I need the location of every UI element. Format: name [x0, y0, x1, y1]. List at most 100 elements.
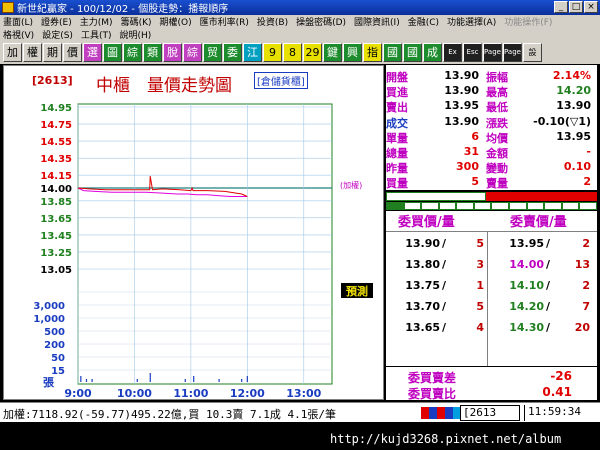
quote-value-left: 13.90	[444, 69, 479, 82]
toolbar-button[interactable]: 綜	[123, 43, 142, 62]
ask-price[interactable]: 14.30	[498, 321, 544, 336]
menu-row-main: 畫面(L) 證券(E) 主力(M) 籌碼(K) 期權(O) 匯市利率(R) 投資(B) 操盤密…	[0, 15, 600, 28]
volume-tick-label: 3,000	[33, 301, 65, 312]
price-qty-separator: /	[442, 321, 447, 334]
toolbar-button[interactable]: 設	[523, 43, 542, 62]
close-button[interactable]: ×	[584, 1, 598, 13]
quote-label-left: 開盤	[386, 71, 408, 84]
tick-cell	[473, 202, 492, 210]
menu-main-item[interactable]: 證券(E)	[41, 15, 72, 28]
menu-main-item[interactable]: 畫面(L)	[3, 15, 33, 28]
menu-main-item[interactable]: 國際資訊(I)	[354, 15, 400, 28]
ask-qty: 20	[574, 321, 590, 334]
price-qty-separator: /	[546, 321, 551, 334]
bid-price[interactable]: 13.80	[394, 258, 440, 273]
toolbar-button[interactable]: 贸	[203, 43, 222, 62]
minimize-button[interactable]: _	[554, 1, 568, 13]
quote-value-right: -	[586, 145, 591, 158]
ask-price[interactable]: 13.95	[498, 237, 544, 252]
time-tick-label: 9:00	[64, 387, 92, 399]
bid-price[interactable]: 13.65	[394, 321, 440, 336]
menu-sub-item[interactable]: 工具(T)	[81, 28, 112, 41]
bid-qty: 1	[476, 279, 484, 292]
toolbar-button[interactable]: Page	[503, 43, 522, 62]
menu-main-item[interactable]: 操盤密碼(D)	[296, 15, 346, 28]
menu-main-item[interactable]: 投資(B)	[257, 15, 288, 28]
signal-blocks	[421, 407, 461, 419]
menu-main-item[interactable]: 匯市利率(R)	[200, 15, 249, 28]
toolbar-button[interactable]: 綜	[183, 43, 202, 62]
quote-row: 總量 31 金額 -	[386, 145, 597, 160]
signal-block	[429, 407, 437, 419]
book-summary: 委買賣差 -26 委買賣比 0.41	[386, 367, 597, 401]
quote-row: 買進 13.90 最高 14.20	[386, 84, 597, 99]
window-controls: _ □ ×	[554, 1, 598, 13]
toolbar-button[interactable]: Page	[483, 43, 502, 62]
ask-price[interactable]: 14.00	[498, 258, 544, 273]
stock-code-value: 2613	[469, 406, 497, 419]
ask-price[interactable]: 14.20	[498, 300, 544, 315]
quote-value-left: 13.90	[444, 114, 479, 128]
time-tick-label: 11:00	[173, 387, 208, 399]
toolbar-button[interactable]: 成	[423, 43, 442, 62]
toolbar-button[interactable]: 委	[223, 43, 242, 62]
price-qty-separator: /	[442, 258, 447, 271]
toolbar-button[interactable]: 權	[23, 43, 42, 62]
toolbar-button[interactable]: 選	[83, 43, 102, 62]
chart-panel: [2613] 中櫃 量價走勢圖 [倉儲貨櫃] 14.95 14.75 14.55 14…	[3, 65, 384, 400]
menu-row-secondary: 格視(V) 設定(S) 工具(T) 說明(H)	[0, 28, 600, 41]
ask-price[interactable]: 14.10	[498, 279, 544, 294]
quote-row: 成交 13.90 漲跌 -0.10(▽1)	[386, 115, 597, 130]
toolbar-button[interactable]: 加	[3, 43, 22, 62]
toolbar-button[interactable]: 價	[63, 43, 82, 62]
ask-qty: 2	[582, 279, 590, 292]
toolbar-button[interactable]: 圖	[103, 43, 122, 62]
time-tick-label: 10:00	[117, 387, 152, 399]
menu-sub-item[interactable]: 設定(S)	[42, 28, 73, 41]
plot-frame	[77, 103, 333, 385]
quote-value-left: 300	[456, 160, 479, 174]
quote-value-left: 13.90	[444, 84, 479, 98]
order-book: 委買價/量 委賣價/量 13.90/5 13.80/3 13.75/1 13.70/5…	[386, 211, 597, 366]
quote-value-right: -0.10(▽1)	[533, 114, 591, 128]
bid-price[interactable]: 13.75	[394, 279, 440, 294]
toolbar-button[interactable]: 指	[363, 43, 382, 62]
tick-cell	[491, 202, 510, 210]
bid-price[interactable]: 13.70	[394, 300, 440, 315]
status-bar: 加權:7118.92(-59.77)495.22億,買 10.3賣 7.1成 4…	[0, 402, 600, 422]
toolbar-button[interactable]: 國	[403, 43, 422, 62]
toolbar-button[interactable]: 29	[303, 43, 322, 62]
toolbar-button[interactable]: 鍵	[323, 43, 342, 62]
price-qty-separator: /	[546, 300, 551, 313]
menu-main-item[interactable]: 功能選擇(A)	[447, 15, 496, 28]
price-tick-label: 14.95	[40, 103, 72, 114]
book-divider	[386, 231, 597, 232]
quote-panel: 開盤 13.90 振幅 2.14% 買進 13.90 最高 14.20 賣出 13.95 最低 13.…	[386, 65, 597, 190]
menu-sub-item[interactable]: 格視(V)	[3, 28, 34, 41]
menu-main-item[interactable]: 主力(M)	[80, 15, 113, 28]
toolbar-button[interactable]: 脫	[163, 43, 182, 62]
toolbar-button[interactable]: Ex	[443, 43, 462, 62]
menu-sub-item[interactable]: 說明(H)	[119, 28, 151, 41]
quote-row: 昨量 300 變動 0.10	[386, 160, 597, 175]
tick-cell	[456, 202, 474, 210]
menu-main-item[interactable]: 功能操作(F)	[504, 15, 552, 28]
bid-price[interactable]: 13.90	[394, 237, 440, 252]
toolbar-button[interactable]: 類	[143, 43, 162, 62]
toolbar-button[interactable]: 興	[343, 43, 362, 62]
toolbar-button[interactable]: Esc	[463, 43, 482, 62]
stock-code-input[interactable]: [2613	[460, 405, 520, 421]
menu-main-item[interactable]: 金融(C)	[408, 15, 439, 28]
menu-main-item[interactable]: 籌碼(K)	[121, 15, 152, 28]
toolbar-button[interactable]: 國	[383, 43, 402, 62]
quote-label-left: 賣出	[386, 101, 408, 115]
toolbar-button[interactable]: 江	[243, 43, 262, 62]
menu-main-item[interactable]: 期權(O)	[160, 15, 192, 28]
maximize-button[interactable]: □	[569, 1, 583, 13]
toolbar-button[interactable]: 8	[283, 43, 302, 62]
ask-qty: 7	[582, 300, 590, 313]
toolbar-button[interactable]: 9	[263, 43, 282, 62]
bid-header: 委買價/量	[398, 215, 455, 230]
toolbar-button[interactable]: 期	[43, 43, 62, 62]
summary-label: 委買賣差	[408, 371, 457, 385]
